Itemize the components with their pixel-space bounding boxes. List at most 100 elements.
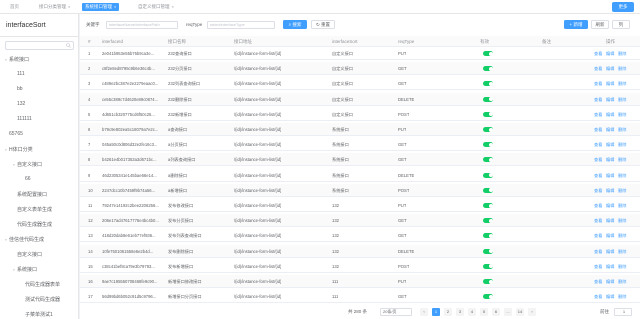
delete-link[interactable]: 删除 bbox=[618, 294, 626, 300]
table-row[interactable]: 13 418d20dab8e61eb77ef936... 发布列表查询接口 /(id)… bbox=[80, 229, 640, 243]
edit-link[interactable]: 编辑 bbox=[606, 249, 614, 255]
tree-node[interactable]: 测试代码生成器 bbox=[21, 296, 60, 303]
page-button[interactable]: ... bbox=[504, 308, 512, 316]
close-icon[interactable]: × bbox=[114, 4, 116, 9]
delete-link[interactable]: 删除 bbox=[618, 203, 626, 209]
tab-interface-category[interactable]: 接口分类管理 × bbox=[36, 3, 73, 11]
valid-toggle[interactable] bbox=[483, 111, 493, 117]
tree-node[interactable]: 111 bbox=[13, 71, 25, 77]
next-page-button[interactable]: › bbox=[528, 308, 536, 316]
tree-node[interactable]: ▾ 佳信佳代码生成 bbox=[5, 236, 44, 243]
col-reqtype[interactable]: reqType bbox=[398, 39, 414, 44]
columns-button[interactable]: 列 bbox=[612, 20, 630, 29]
tree-node[interactable]: 子菜单测试1 bbox=[21, 311, 53, 318]
edit-link[interactable]: 编辑 bbox=[606, 173, 614, 179]
reqtype-select[interactable]: selectInterfaceType bbox=[207, 21, 275, 29]
tree-node[interactable]: 自定义表单生成 bbox=[13, 206, 52, 213]
col-valid[interactable]: 有效 bbox=[480, 39, 489, 45]
view-link[interactable]: 查看 bbox=[594, 66, 602, 72]
edit-link[interactable]: 编辑 bbox=[606, 142, 614, 148]
tree-node[interactable]: 代码生成器表单 bbox=[21, 281, 60, 288]
tree-node[interactable]: 132 bbox=[13, 101, 25, 107]
table-row[interactable]: 3 c489e2bc387e2e2279eaac0... 232列表查询接口 /(id… bbox=[80, 77, 640, 91]
valid-toggle[interactable] bbox=[483, 279, 493, 284]
view-link[interactable]: 查看 bbox=[594, 81, 602, 87]
edit-link[interactable]: 编辑 bbox=[606, 279, 614, 285]
delete-link[interactable]: 删除 bbox=[618, 188, 626, 194]
page-button[interactable]: 1 bbox=[432, 308, 440, 316]
delete-link[interactable]: 删除 bbox=[618, 233, 626, 239]
edit-link[interactable]: 编辑 bbox=[606, 233, 614, 239]
view-link[interactable]: 查看 bbox=[594, 173, 602, 179]
col-interface-path[interactable]: 接口地址 bbox=[234, 39, 252, 45]
table-row[interactable]: 15 c38c41bef8ca79e3b79793... 发布新增接口 /(id)/i… bbox=[80, 260, 640, 273]
add-button[interactable]: + 新增 bbox=[564, 20, 588, 29]
valid-toggle[interactable] bbox=[483, 294, 493, 300]
tree-node[interactable]: ▾ 自定义接口 bbox=[13, 161, 42, 168]
table-row[interactable]: 12 206e17ad47617776e4bc4b0... 发布分页接口 /(id)/… bbox=[80, 214, 640, 228]
delete-link[interactable]: 删除 bbox=[618, 142, 626, 148]
edit-link[interactable]: 编辑 bbox=[606, 97, 614, 103]
delete-link[interactable]: 删除 bbox=[618, 264, 626, 270]
tab-home[interactable]: 首页 bbox=[7, 3, 22, 11]
page-button[interactable]: 2 bbox=[444, 308, 452, 316]
valid-toggle[interactable] bbox=[483, 66, 493, 72]
page-button[interactable]: 3 bbox=[456, 308, 464, 316]
delete-link[interactable]: 删除 bbox=[618, 81, 626, 87]
col-interface-name[interactable]: 接口名称 bbox=[168, 39, 186, 45]
delete-link[interactable]: 删除 bbox=[618, 112, 626, 118]
table-row[interactable]: 1 2e041b953e55b75b9ca3e... 232查询接口 /(id)/in… bbox=[80, 47, 640, 60]
view-link[interactable]: 查看 bbox=[594, 233, 602, 239]
valid-toggle[interactable] bbox=[483, 81, 493, 87]
close-icon[interactable]: × bbox=[172, 4, 174, 9]
keyword-input[interactable]: interfaceName/interfacePath bbox=[106, 21, 178, 29]
delete-link[interactable]: 删除 bbox=[618, 157, 626, 163]
col-interface-sort[interactable]: interfaceSort bbox=[332, 39, 358, 44]
table-row[interactable]: 11 79247e14192c2bee2206256... 发布修改接口 /(id)/… bbox=[80, 199, 640, 212]
valid-toggle[interactable] bbox=[483, 203, 493, 208]
view-link[interactable]: 查看 bbox=[594, 249, 602, 255]
refresh-button[interactable]: 刷新 bbox=[591, 20, 609, 29]
table-row[interactable]: 5 4d651cb320775cd6f50c25... 232新增接口 /(id)/i… bbox=[80, 108, 640, 121]
table-row[interactable]: 2 c8f2e8ed8795c9b6e36c4b... 232分页接口 /(id)/i… bbox=[80, 62, 640, 76]
table-row[interactable]: 4 ce55c389c7d4620e89c0874... 232删除接口 /(id)/… bbox=[80, 92, 640, 106]
prev-page-button[interactable]: ‹ bbox=[420, 308, 428, 316]
tree-node[interactable]: 自定义接口 bbox=[13, 251, 42, 258]
tree-node[interactable]: bb bbox=[13, 86, 23, 92]
view-link[interactable]: 查看 bbox=[594, 157, 602, 163]
delete-link[interactable]: 删除 bbox=[618, 279, 626, 285]
edit-link[interactable]: 编辑 bbox=[606, 127, 614, 133]
view-link[interactable]: 查看 bbox=[594, 142, 602, 148]
delete-link[interactable]: 删除 bbox=[618, 249, 626, 255]
table-row[interactable]: 17 56d99bd6b052c91d5c9796... 新增接口分页接口 /(id)… bbox=[80, 290, 640, 304]
tree-node[interactable]: ▾ H体口分类 bbox=[5, 146, 33, 153]
more-button[interactable]: 更多 bbox=[612, 2, 634, 12]
valid-toggle[interactable] bbox=[483, 157, 493, 163]
page-button[interactable]: 4 bbox=[468, 308, 476, 316]
table-row[interactable]: 6 b79c9e802ea5c18079a7e2c... a查询接口 /(id)/in… bbox=[80, 123, 640, 136]
col-remark[interactable]: 备注 bbox=[542, 39, 551, 45]
edit-link[interactable]: 编辑 bbox=[606, 66, 614, 72]
close-icon[interactable]: × bbox=[68, 4, 70, 9]
edit-link[interactable]: 编辑 bbox=[606, 264, 614, 270]
tab-system-interface[interactable]: 系统接口管理 × bbox=[82, 3, 120, 11]
delete-link[interactable]: 删除 bbox=[618, 51, 626, 57]
table-row[interactable]: 9 46d2305341e145bae66e14... a删除接口 /(id)/ins… bbox=[80, 169, 640, 182]
page-button[interactable]: 14 bbox=[516, 308, 524, 316]
tree-search-input[interactable] bbox=[5, 41, 74, 50]
edit-link[interactable]: 编辑 bbox=[606, 51, 614, 57]
edit-link[interactable]: 编辑 bbox=[606, 81, 614, 87]
edit-link[interactable]: 编辑 bbox=[606, 294, 614, 300]
valid-toggle[interactable] bbox=[483, 233, 493, 239]
view-link[interactable]: 查看 bbox=[594, 112, 602, 118]
search-button[interactable]: ⌕ 搜索 bbox=[283, 20, 307, 29]
valid-toggle[interactable] bbox=[483, 172, 493, 178]
view-link[interactable]: 查看 bbox=[594, 264, 602, 270]
table-row[interactable]: 8 b4261e4b017353a3d671bc... a列表查询接口 /(id)/i… bbox=[80, 153, 640, 167]
reset-button[interactable]: ↻ 重置 bbox=[311, 20, 335, 29]
edit-link[interactable]: 编辑 bbox=[606, 218, 614, 224]
view-link[interactable]: 查看 bbox=[594, 188, 602, 194]
tree-node[interactable]: ▾ 系统接口 bbox=[5, 56, 29, 63]
view-link[interactable]: 查看 bbox=[594, 51, 602, 57]
valid-toggle[interactable] bbox=[483, 248, 493, 254]
